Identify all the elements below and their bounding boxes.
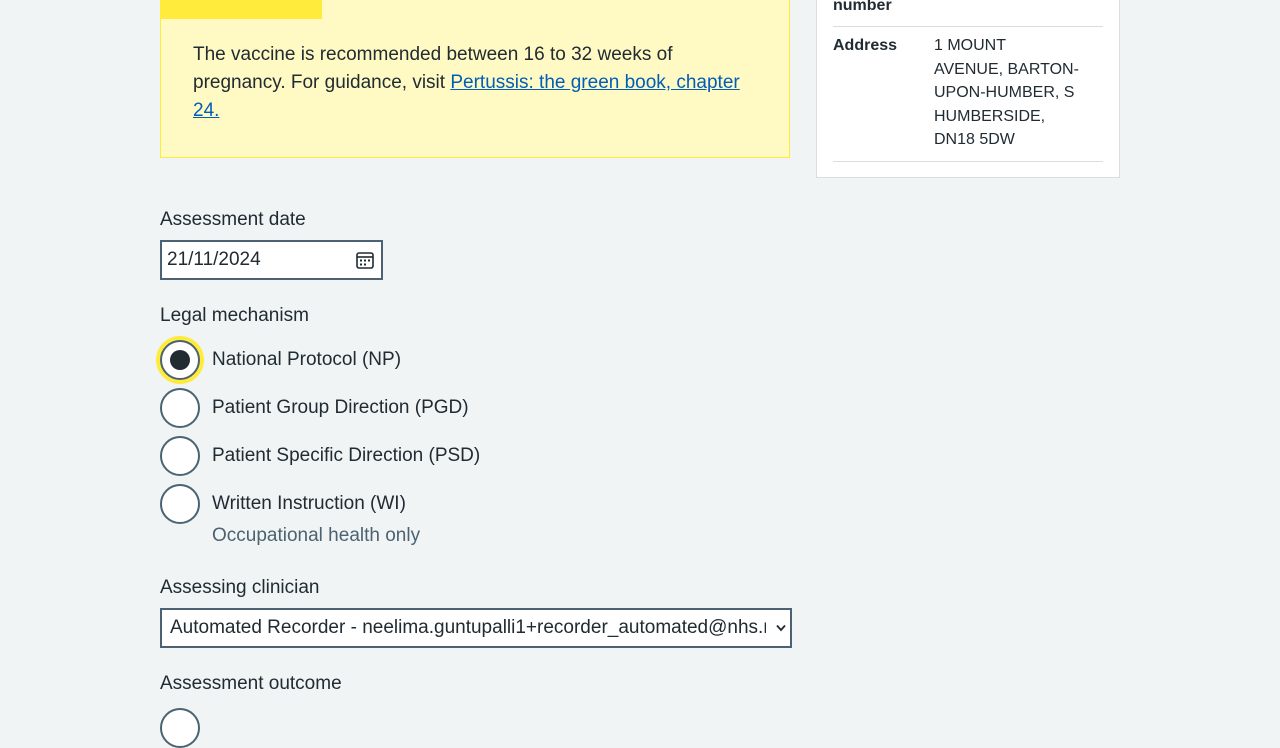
radio-button[interactable]	[160, 436, 200, 476]
assessing-clinician-label: Assessing clinician	[160, 577, 320, 598]
radio-hint: Occupational health only	[212, 525, 421, 546]
address-line: HUMBERSIDE,	[934, 107, 1046, 125]
address-line: UPON-HUMBER, S	[934, 84, 1075, 101]
summary-value-address: 1 MOUNT AVENUE, BARTON- UPON-HUMBER, S H…	[934, 34, 1084, 152]
assessment-outcome-label: Assessment outcome	[160, 673, 342, 694]
warning-heading-tag	[161, 0, 322, 19]
chevron-down-icon	[776, 624, 786, 632]
patient-summary-card: number Address 1 MOUNT AVENUE, BARTON- U…	[816, 0, 1120, 178]
summary-label-number: number	[833, 0, 892, 14]
radio-button[interactable]	[160, 708, 200, 748]
address-line: 1 MOUNT	[934, 37, 1006, 54]
assessment-date-input[interactable]: 21/11/2024	[160, 240, 383, 280]
assessment-date-value: 21/11/2024	[167, 249, 261, 270]
summary-label-address: Address	[833, 37, 898, 54]
calendar-icon[interactable]	[356, 251, 374, 269]
address-line: DN18 5DW	[934, 131, 1015, 148]
legal-mechanism-label: Legal mechanism	[160, 305, 309, 326]
radio-label[interactable]: Written Instruction (WI)	[212, 492, 406, 516]
summary-divider	[833, 161, 1103, 162]
radio-button[interactable]	[160, 484, 200, 524]
radio-button-checked[interactable]	[160, 340, 200, 380]
assessment-date-label: Assessment date	[160, 209, 306, 230]
warning-callout: The vaccine is recommended between 16 to…	[160, 0, 790, 158]
address-line: AVENUE, BARTON-	[934, 60, 1079, 78]
summary-divider	[833, 26, 1103, 27]
radio-label[interactable]: Patient Group Direction (PGD)	[212, 396, 469, 420]
assessing-clinician-select[interactable]: Automated Recorder - neelima.guntupalli1…	[160, 608, 792, 648]
warning-text: The vaccine is recommended between 16 to…	[193, 41, 763, 125]
radio-label[interactable]: Patient Specific Direction (PSD)	[212, 444, 480, 468]
radio-button[interactable]	[160, 388, 200, 428]
radio-label[interactable]: National Protocol (NP)	[212, 348, 401, 372]
assessing-clinician-selected: Automated Recorder - neelima.guntupalli1…	[170, 617, 766, 638]
